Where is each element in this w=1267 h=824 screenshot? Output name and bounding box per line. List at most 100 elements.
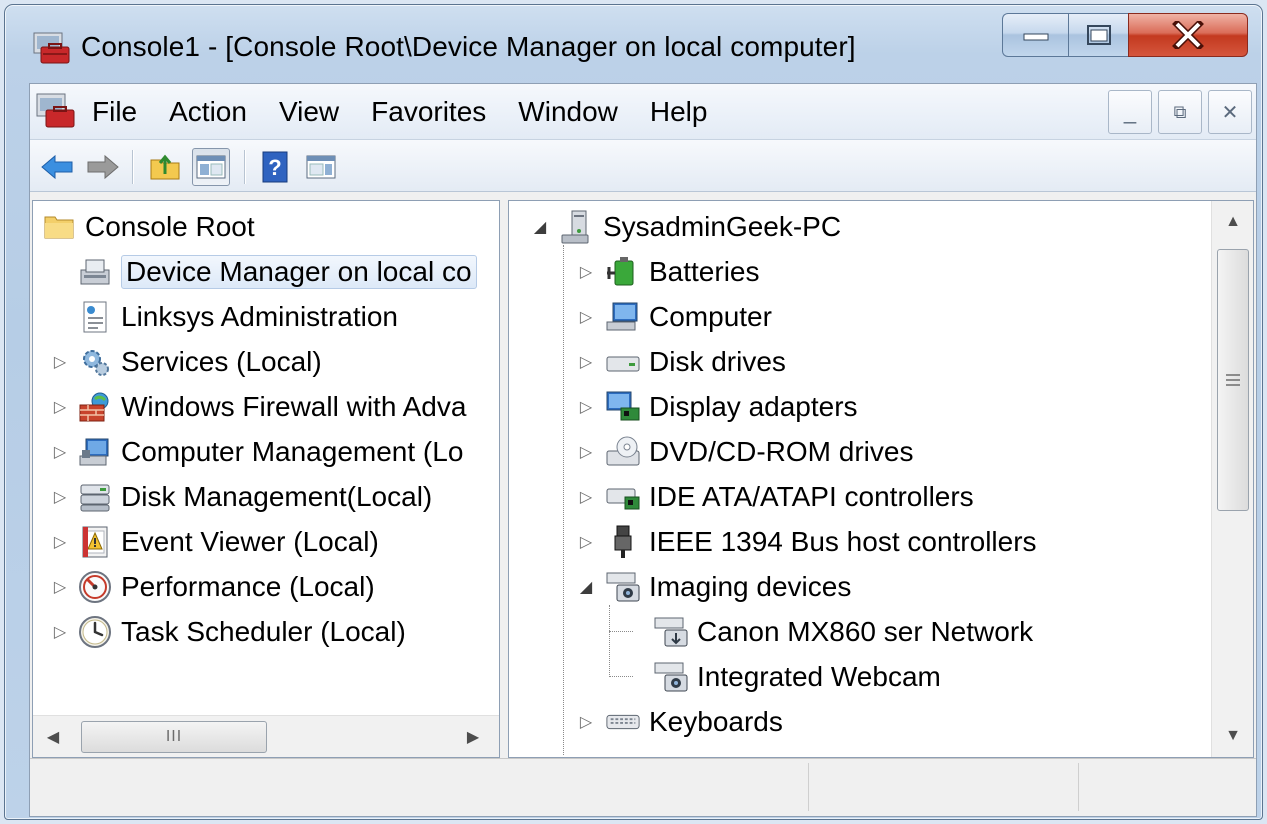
device-manager-icon: [77, 254, 113, 290]
services-gear-icon: [77, 344, 113, 380]
tree-node-dvd-cd-rom-drives[interactable]: DVD/CD-ROM drives: [605, 432, 913, 472]
disk-drive-icon: [605, 344, 641, 380]
minimize-button[interactable]: [1002, 13, 1068, 57]
tree-node-event-viewer[interactable]: Event Viewer (Local): [77, 522, 379, 562]
maximize-button[interactable]: [1068, 13, 1128, 57]
vertical-scroll-thumb[interactable]: [1217, 249, 1249, 511]
tree-node-label: Device Manager on local co: [121, 255, 477, 289]
scroll-down-arrow-icon[interactable]: ▼: [1217, 727, 1249, 745]
tree-node-computer-root[interactable]: SysadminGeek-PC: [559, 207, 841, 247]
menu-action[interactable]: Action: [169, 96, 247, 128]
tree-node-ieee-1394-bus-host-controllers[interactable]: IEEE 1394 Bus host controllers: [605, 522, 1037, 562]
child-close-icon: ✕: [1221, 101, 1239, 124]
tree-node-label: Display adapters: [649, 391, 858, 422]
web-page-icon: [77, 299, 113, 335]
help-button[interactable]: ?: [256, 148, 294, 186]
back-button[interactable]: [38, 148, 76, 186]
expand-arrow-icon[interactable]: ▷: [51, 577, 69, 597]
tree-node-computer-management[interactable]: Computer Management (Lo: [77, 432, 463, 472]
tree-node-label: Performance (Local): [121, 571, 375, 602]
tree-node-imaging-devices[interactable]: Imaging devices: [605, 567, 851, 607]
expand-arrow-icon[interactable]: ▷: [577, 397, 595, 417]
tree-connector-line: [563, 245, 564, 755]
expand-arrow-icon[interactable]: ▷: [577, 712, 595, 732]
minimize-icon: [1023, 33, 1048, 41]
computer-management-icon: [77, 434, 113, 470]
tree-node-label: Batteries: [649, 256, 760, 287]
display-adapter-icon: [605, 389, 641, 425]
tree-node-integrated-webcam[interactable]: Integrated Webcam: [653, 657, 941, 697]
tree-node-label: Keyboards: [649, 706, 783, 737]
tree-node-label: Integrated Webcam: [697, 661, 941, 692]
expand-arrow-icon[interactable]: ▷: [577, 352, 595, 372]
close-button[interactable]: [1128, 13, 1248, 57]
scroll-up-arrow-icon[interactable]: ▲: [1217, 213, 1249, 231]
expand-arrow-icon[interactable]: ▷: [577, 487, 595, 507]
horizontal-scrollbar[interactable]: ◀ III ▶: [33, 715, 499, 757]
child-restore-button[interactable]: ⧉: [1158, 90, 1202, 134]
child-close-button[interactable]: ✕: [1208, 90, 1252, 134]
tree-node-device-manager[interactable]: Device Manager on local co: [77, 252, 477, 292]
tree-node-console-root[interactable]: Console Root: [41, 207, 255, 247]
expand-arrow-icon[interactable]: ▷: [51, 442, 69, 462]
tree-node-computer[interactable]: Computer: [605, 297, 772, 337]
firewire-icon: [605, 524, 641, 560]
child-minimize-button[interactable]: _: [1108, 90, 1152, 134]
performance-icon: [77, 569, 113, 605]
expand-arrow-icon[interactable]: ▷: [51, 532, 69, 552]
menu-favorites[interactable]: Favorites: [371, 96, 486, 128]
tree-node-disk-drives[interactable]: Disk drives: [605, 342, 786, 382]
expand-arrow-icon[interactable]: ▷: [51, 352, 69, 372]
expand-arrow-icon[interactable]: ▷: [577, 442, 595, 462]
expand-arrow-icon[interactable]: ▷: [577, 307, 595, 327]
scroll-right-arrow-icon[interactable]: ▶: [457, 727, 489, 747]
tree-connector-line: [609, 631, 633, 632]
tree-node-label: Computer: [649, 301, 772, 332]
event-viewer-icon: [77, 524, 113, 560]
up-one-level-button[interactable]: [146, 148, 184, 186]
tree-node-disk-management[interactable]: Disk Management(Local): [77, 477, 432, 517]
tree-node-label: Disk drives: [649, 346, 786, 377]
tree-node-display-adapters[interactable]: Display adapters: [605, 387, 858, 427]
forward-button[interactable]: [84, 148, 122, 186]
battery-icon: [605, 254, 641, 290]
tree-node-linksys-administration[interactable]: Linksys Administration: [77, 297, 398, 337]
menu-view[interactable]: View: [279, 96, 339, 128]
tree-node-ide-ata-atapi-controllers[interactable]: IDE ATA/ATAPI controllers: [605, 477, 974, 517]
window-frame: Console1 - [Console Root\Device Manager …: [4, 4, 1263, 820]
expand-arrow-icon[interactable]: ▷: [577, 532, 595, 552]
menu-window[interactable]: Window: [518, 96, 618, 128]
tree-node-task-scheduler[interactable]: Task Scheduler (Local): [77, 612, 406, 652]
tree-node-windows-firewall[interactable]: Windows Firewall with Adva: [77, 387, 466, 427]
expand-arrow-icon[interactable]: ▷: [51, 397, 69, 417]
expand-arrow-icon[interactable]: ▷: [577, 262, 595, 282]
tree-node-keyboards[interactable]: Keyboards: [605, 702, 783, 742]
collapse-arrow-icon[interactable]: ◢: [531, 217, 549, 237]
show-hide-console-tree-button[interactable]: [192, 148, 230, 186]
tree-node-services[interactable]: Services (Local): [77, 342, 322, 382]
tree-node-canon-mx860[interactable]: Canon MX860 ser Network: [653, 612, 1033, 652]
tree-connector-line: [609, 605, 610, 677]
toolbar: ?: [30, 140, 1256, 192]
vertical-scrollbar[interactable]: ▲ ▼: [1211, 201, 1253, 757]
menu-bar: File Action View Favorites Window Help _…: [30, 84, 1256, 140]
horizontal-scroll-thumb[interactable]: III: [81, 721, 267, 753]
scroll-left-arrow-icon[interactable]: ◀: [37, 727, 69, 747]
scroll-grip-icon: III: [165, 728, 183, 745]
console-client-area: File Action View Favorites Window Help _…: [29, 83, 1257, 817]
menu-help[interactable]: Help: [650, 96, 708, 128]
tree-node-label: Task Scheduler (Local): [121, 616, 406, 647]
tree-node-label: Imaging devices: [649, 571, 852, 602]
expand-arrow-icon[interactable]: ▷: [51, 622, 69, 642]
collapse-arrow-icon[interactable]: ◢: [577, 577, 595, 597]
tree-node-label: Computer Management (Lo: [121, 436, 464, 467]
child-minimize-icon: _: [1123, 99, 1137, 124]
tree-node-batteries[interactable]: Batteries: [605, 252, 760, 292]
menu-file[interactable]: File: [92, 96, 137, 128]
tree-node-performance[interactable]: Performance (Local): [77, 567, 375, 607]
tree-node-label: IEEE 1394 Bus host controllers: [649, 526, 1037, 557]
expand-arrow-icon[interactable]: ▷: [51, 487, 69, 507]
scroll-grip-icon: [1226, 374, 1240, 386]
show-hide-action-pane-button[interactable]: [302, 148, 340, 186]
tree-node-label: IDE ATA/ATAPI controllers: [649, 481, 974, 512]
